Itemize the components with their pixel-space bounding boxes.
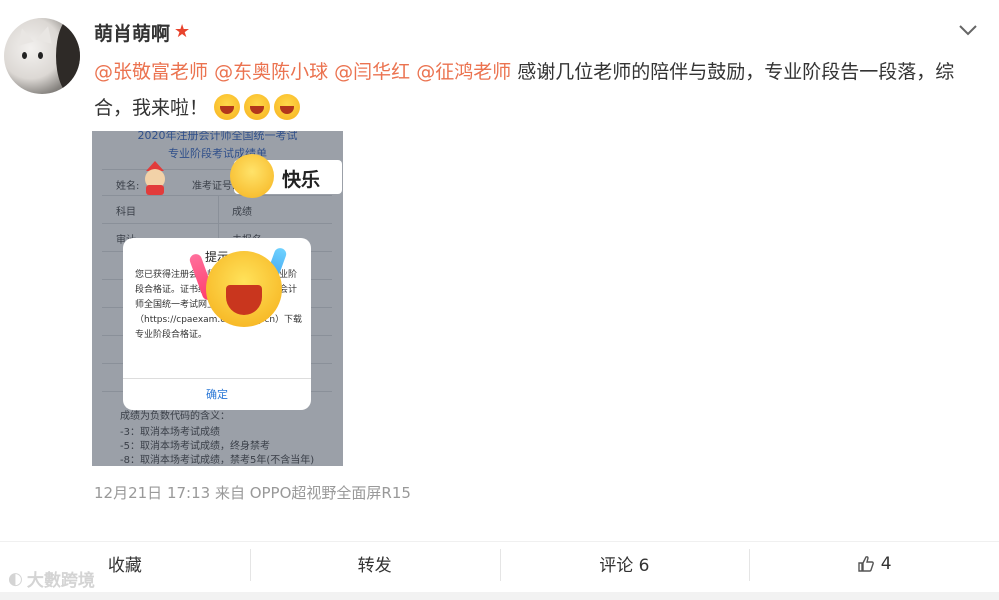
laughing-face-sticker bbox=[206, 251, 282, 327]
doc-title: 2020年注册会计师全国统一考试 bbox=[137, 131, 298, 142]
avatar-eye bbox=[22, 52, 27, 59]
comment-button[interactable]: 评论 6 bbox=[499, 547, 750, 581]
santa-bear-sticker bbox=[145, 161, 165, 195]
mention-link[interactable]: @闫华红 bbox=[334, 61, 410, 83]
post-image[interactable]: 2020年注册会计师全国统一考试 专业阶段考试成绩单 姓名: 准考证号: 科目 … bbox=[92, 131, 343, 466]
action-bar: 收藏 转发 评论 6 4 bbox=[0, 541, 999, 585]
repost-label: 转发 bbox=[357, 556, 392, 576]
like-button[interactable]: 4 bbox=[749, 547, 999, 581]
watermark: ◐ 大數跨境 bbox=[8, 566, 95, 592]
watermark-logo-icon: ◐ bbox=[8, 568, 23, 589]
bottom-divider bbox=[0, 592, 999, 600]
comment-label: 评论 6 bbox=[599, 556, 650, 576]
happy-face-icon bbox=[230, 154, 274, 198]
post-meta: 12月21日 17:13 来自 OPPO超视野全面屏R15 bbox=[94, 484, 411, 502]
grin-emoji-icon bbox=[214, 94, 241, 120]
user-avatar[interactable] bbox=[4, 18, 80, 94]
footnote-title: 成绩为负数代码的含义： bbox=[120, 411, 230, 422]
footnote-line: -8：取消本场考试成绩，禁考5年(不含当年) bbox=[120, 455, 315, 466]
favorite-label: 收藏 bbox=[107, 556, 142, 576]
footnote-line: -5：取消本场考试成绩，终身禁考 bbox=[120, 441, 270, 452]
happy-sticker-label: 快乐 bbox=[282, 169, 321, 191]
dialog-divider bbox=[123, 378, 311, 379]
username-row: 萌肖萌啊 ★ bbox=[94, 18, 190, 46]
grin-emoji-icon bbox=[274, 94, 301, 120]
label-id: 准考证号: bbox=[192, 181, 236, 192]
weibo-post: 萌肖萌啊 ★ @张敬富老师 @东奥陈小球 @闫华红 @征鸿老师 感谢几位老师的陪… bbox=[0, 0, 999, 540]
table-line bbox=[102, 195, 332, 196]
avatar-cat-ear bbox=[36, 24, 56, 44]
avatar-hair bbox=[56, 18, 80, 94]
thumbs-up-icon bbox=[858, 555, 874, 572]
dialog-ok-button: 确定 bbox=[206, 388, 228, 401]
label-name: 姓名: bbox=[116, 181, 140, 192]
footnote-line: -3：取消本场考试成绩 bbox=[120, 427, 220, 438]
mention-link[interactable]: @征鸿老师 bbox=[416, 61, 511, 83]
col-subject: 科目 bbox=[116, 207, 136, 218]
happy-sticker: 快乐 bbox=[230, 154, 342, 198]
post-text: @张敬富老师 @东奥陈小球 @闫华红 @征鸿老师 感谢几位老师的陪伴与鼓励，专业… bbox=[94, 54, 974, 126]
vip-star-icon: ★ bbox=[174, 21, 191, 42]
mention-link[interactable]: @东奥陈小球 bbox=[214, 61, 328, 83]
col-score: 成绩 bbox=[232, 207, 252, 218]
laughing-mouth bbox=[226, 285, 262, 315]
avatar-cat-ear bbox=[14, 26, 34, 46]
avatar-eye bbox=[38, 52, 43, 59]
doc-subtitle: 专业阶段考试成绩单 bbox=[168, 147, 267, 160]
chevron-down-icon[interactable] bbox=[957, 22, 979, 38]
mention-link[interactable]: @张敬富老师 bbox=[94, 61, 208, 83]
like-count: 4 bbox=[880, 553, 892, 574]
username[interactable]: 萌肖萌啊 bbox=[94, 19, 170, 46]
repost-button[interactable]: 转发 bbox=[249, 547, 500, 581]
watermark-text: 大數跨境 bbox=[26, 571, 95, 591]
table-line bbox=[102, 223, 332, 224]
grin-emoji-icon bbox=[244, 94, 271, 120]
